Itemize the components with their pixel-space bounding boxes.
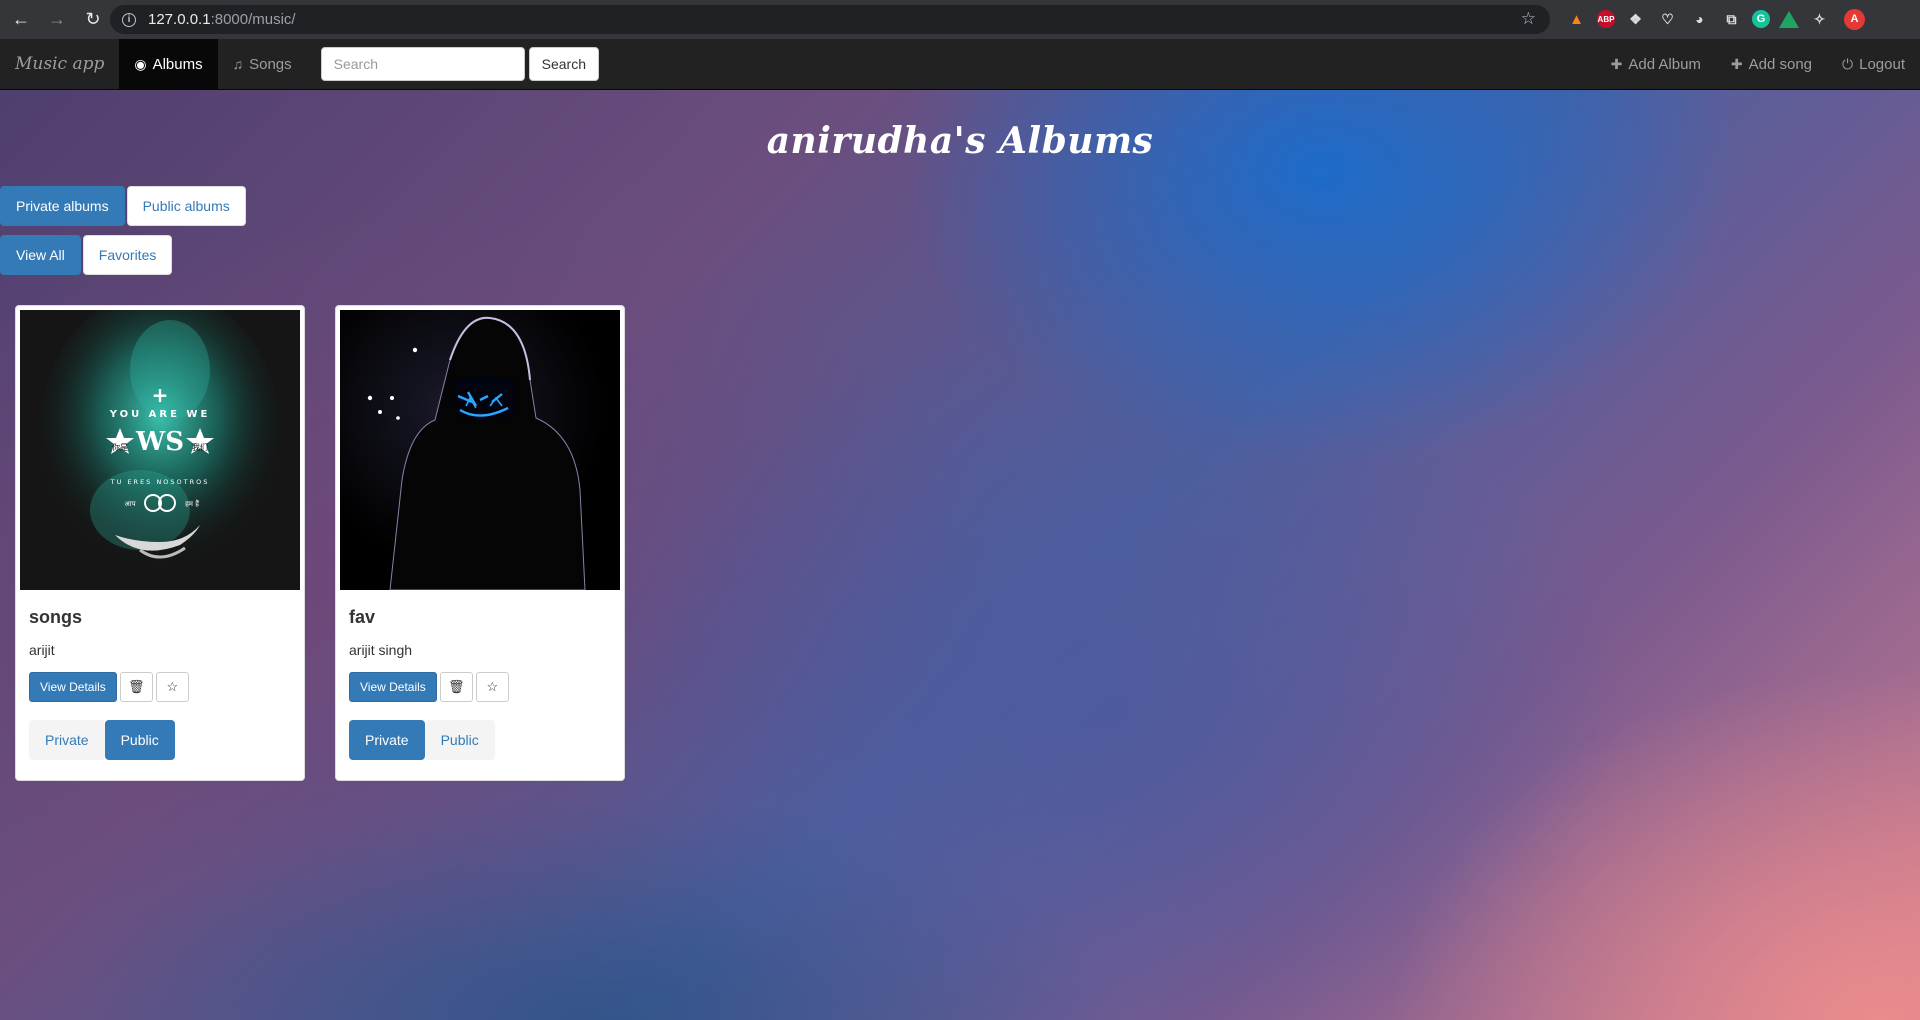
plus-icon: ✚ [1730,55,1743,72]
make-private-button[interactable]: Private [349,720,425,760]
cover-text-bottom-right: हम हैं [185,499,199,508]
nav-songs-label: Songs [249,55,292,73]
album-artist: arijit singh [349,642,413,658]
grammarly-icon[interactable]: G [1752,10,1770,28]
disc-icon: ◉ [134,55,147,72]
cover-text-line1: YOU ARE WE [109,409,211,420]
privacy-toggle: Private Public [349,720,611,760]
back-arrow-icon[interactable]: ← [6,5,36,35]
main-content: anirudha's Albums Private albums Public … [0,90,1920,1020]
svg-text:+: + [152,383,169,407]
logout-link[interactable]: ⏻ Logout [1827,39,1920,89]
reload-icon[interactable]: ↻ [78,5,108,35]
power-icon: ⏻ [1842,55,1854,72]
metamask-icon[interactable]: ▲ [1565,8,1588,31]
star-icon[interactable]: ☆ [155,672,189,702]
navbar-right: ✚ Add Album ✚ Add song ⏻ Logout [1596,39,1920,89]
add-album-link[interactable]: ✚ Add Album [1596,39,1716,89]
star-icon[interactable]: ☆ [475,672,509,702]
trash-icon[interactable]: 🗑 [439,672,473,702]
cover-text-line3: TU ERES NOSOTROS [110,478,210,486]
extensions-puzzle-icon[interactable]: ✧ [1808,8,1831,31]
profile-avatar[interactable]: A [1844,8,1865,30]
nav-albums[interactable]: ◉ Albums [119,39,218,89]
album-cover-image[interactable]: + YOU ARE WE WS 你是 我们 TU ERES NOSOTROS आ… [20,310,300,590]
album-title: songs [29,607,83,627]
scope-filter-tabs: Private albums Public albums [0,186,246,226]
plus-icon: ✚ [1610,55,1623,72]
make-public-button[interactable]: Public [104,720,175,760]
album-caption: songs arijit View Details 🗑 ☆ Private Pu… [20,590,300,769]
tab-manager-icon[interactable]: ⧉ [1720,8,1743,31]
forward-arrow-icon[interactable]: → [42,5,72,35]
make-private-button[interactable]: Private [29,720,105,760]
view-filter-tabs: View All Favorites [0,235,173,275]
cover-text-left: 你是 [112,442,128,452]
nav-albums-label: Albums [152,55,203,73]
url-path: :8000/music/ [210,11,296,28]
favorites-tab[interactable]: Favorites [82,235,173,275]
album-card: + YOU ARE WE WS 你是 我们 TU ERES NOSOTROS आ… [15,305,305,781]
album-card: fav arijit singh View Details 🗑 ☆ Privat… [335,305,625,781]
url-host: 127.0.0.1 [148,11,211,28]
info-icon[interactable]: i [122,12,136,27]
extensions-bar: ▲ ABP ❖ ♡ ◕ ⧉ G ✧ A [1565,7,1865,31]
google-drive-icon[interactable] [1779,10,1799,28]
search-button[interactable]: Search [528,47,599,81]
adblock-plus-icon[interactable]: ABP [1597,10,1615,28]
trash-icon[interactable]: 🗑 [119,672,153,702]
svg-text:WS: WS [135,427,184,457]
brand-link[interactable]: Music app [0,39,119,89]
privacy-toggle: Private Public [29,720,291,760]
private-albums-tab[interactable]: Private albums [0,186,125,226]
cover-text-bottom-left: आप [124,500,136,508]
public-albums-tab[interactable]: Public albums [126,186,246,226]
cover-text-right: 我们 [192,442,208,452]
album-cover-image[interactable] [340,310,620,590]
music-note-icon: ♫ [232,56,244,72]
page-title: anirudha's Albums [766,120,1154,162]
pocket-icon[interactable]: ♡ [1656,8,1679,31]
view-all-tab[interactable]: View All [0,235,81,275]
add-album-label: Add Album [1628,55,1701,73]
add-song-link[interactable]: ✚ Add song [1716,39,1827,89]
address-bar[interactable]: i 127.0.0.1:8000/music/ ☆ [110,5,1550,34]
nav-songs[interactable]: ♫ Songs [218,39,307,89]
add-song-label: Add song [1748,55,1813,73]
speedometer-icon[interactable]: ◕ [1688,8,1711,31]
search-input[interactable] [320,47,525,81]
album-artist: arijit [29,642,55,658]
album-caption: fav arijit singh View Details 🗑 ☆ Privat… [340,590,620,769]
bookmark-star-icon[interactable]: ☆ [1521,9,1536,29]
view-details-button[interactable]: View Details [349,672,437,702]
album-actions: View Details 🗑 ☆ [29,672,291,702]
app-navbar: Music app ◉ Albums ♫ Songs Search ✚ Add … [0,39,1920,90]
album-actions: View Details 🗑 ☆ [349,672,611,702]
browser-toolbar: ← → ↻ i 127.0.0.1:8000/music/ ☆ ▲ ABP ❖ … [0,0,1920,39]
make-public-button[interactable]: Public [424,720,495,760]
view-details-button[interactable]: View Details [29,672,117,702]
logout-label: Logout [1859,55,1905,73]
album-title: fav [349,607,376,627]
feedly-icon[interactable]: ❖ [1624,8,1647,31]
